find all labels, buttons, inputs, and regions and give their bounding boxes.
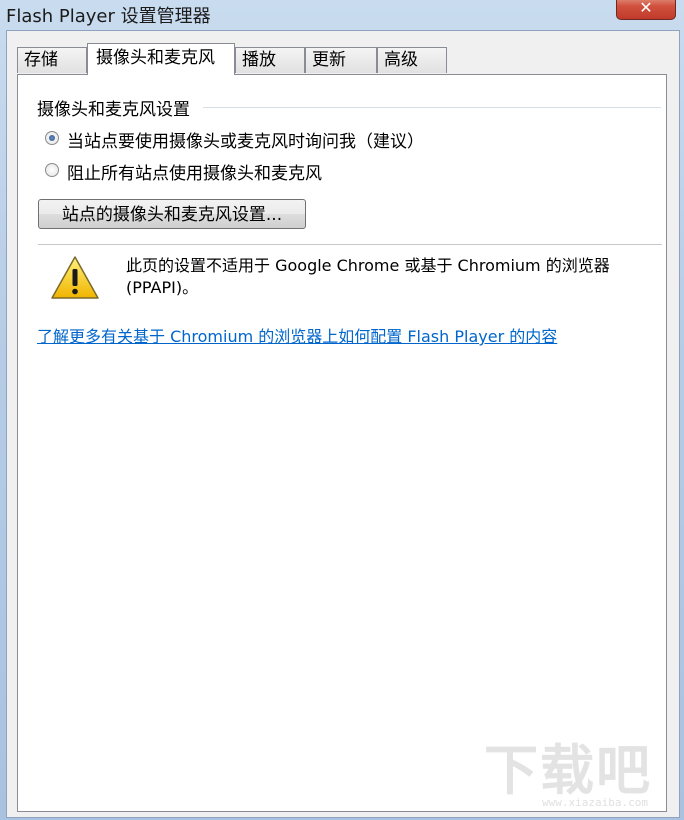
close-icon: ✕: [639, 0, 653, 17]
radio-button-unchecked[interactable]: [45, 163, 59, 177]
warning-icon: [51, 256, 99, 299]
tab-camera-microphone[interactable]: 摄像头和麦克风: [87, 43, 235, 75]
tab-updates[interactable]: 更新: [305, 47, 377, 73]
settings-window: Flash Player 设置管理器 ✕ 存储 摄像头和麦克风 播放 更新 高级…: [0, 0, 684, 820]
help-link[interactable]: 了解更多有关基于 Chromium 的浏览器上如何配置 Flash Player…: [37, 323, 557, 347]
window-title: Flash Player 设置管理器: [6, 6, 211, 27]
tab-storage[interactable]: 存储: [17, 47, 87, 73]
tab-panel: 摄像头和麦克风设置 当站点要使用摄像头或麦克风时询问我（建议） 阻止所有站点使用…: [17, 74, 667, 812]
dialog-client-area: 存储 摄像头和麦克风 播放 更新 高级 摄像头和麦克风设置 当站点要使用摄像头或…: [6, 30, 680, 818]
tab-playback[interactable]: 播放: [235, 47, 305, 73]
warning-message: 此页的设置不适用于 Google Chrome 或基于 Chromium 的浏览…: [126, 256, 610, 297]
tab-strip: 存储 摄像头和麦克风 播放 更新 高级: [17, 43, 667, 75]
tab-advanced[interactable]: 高级: [377, 47, 447, 73]
radio-button-checked[interactable]: [45, 131, 59, 145]
radio-ask-label: 当站点要使用摄像头或麦克风时询问我（建议）: [67, 132, 424, 152]
separator: [38, 244, 662, 245]
close-button[interactable]: ✕: [616, 0, 676, 20]
site-settings-button[interactable]: 站点的摄像头和麦克风设置...: [38, 199, 306, 229]
watermark-url: www.xiazaiba.com: [542, 796, 648, 809]
watermark-logo: 下载吧: [484, 739, 652, 802]
group-title: 摄像头和麦克风设置: [37, 95, 198, 120]
radio-block-label: 阻止所有站点使用摄像头和麦克风: [67, 164, 322, 184]
group-divider: [203, 107, 661, 108]
